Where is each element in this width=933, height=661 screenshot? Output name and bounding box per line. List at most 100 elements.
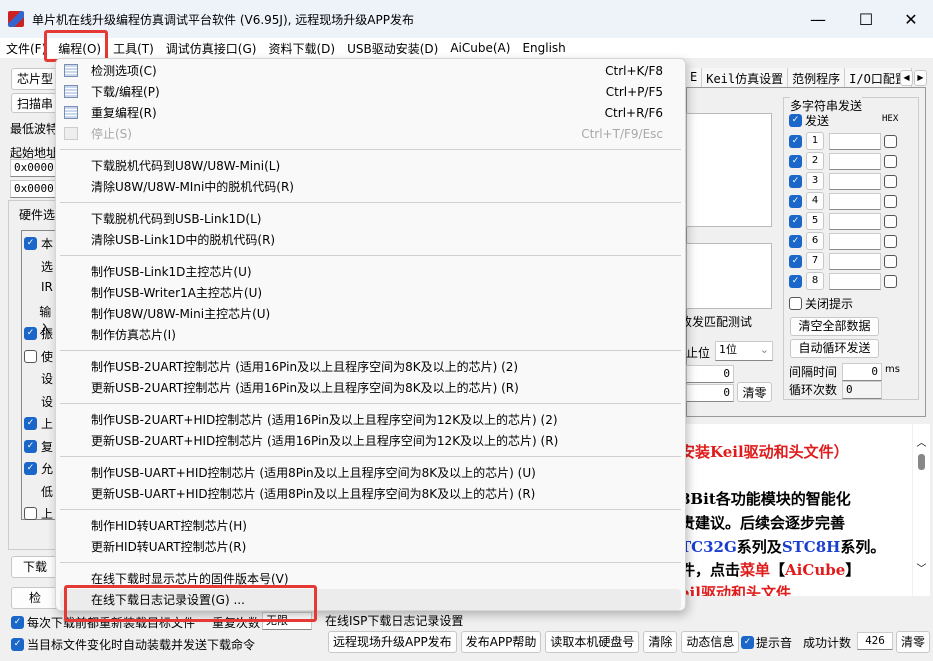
- tab-0[interactable]: E: [686, 68, 703, 89]
- menu-item[interactable]: 制作USB-2UART+HID控制芯片 (适用16Pin及以上且程序空间为12K…: [56, 409, 685, 430]
- menu-2[interactable]: 工具(T): [107, 40, 160, 57]
- scan-port-button[interactable]: 扫描串: [11, 93, 59, 113]
- maximize-button[interactable]: ☐: [843, 0, 889, 38]
- bottom-button-4[interactable]: 动态信息: [681, 631, 740, 653]
- bottom-button-2[interactable]: 读取本机硬盘号: [545, 631, 640, 653]
- menu-item[interactable]: 制作USB-2UART控制芯片 (适用16Pin及以上且程序空间为8K及以上的芯…: [56, 356, 685, 377]
- menu-item[interactable]: 下载/编程(P) Ctrl+P/F5: [56, 81, 685, 102]
- row-send-checkbox[interactable]: ✓: [789, 175, 802, 188]
- menu-item[interactable]: 重复编程(R) Ctrl+R/F6: [56, 102, 685, 123]
- row-send-button[interactable]: 4: [806, 192, 824, 210]
- scroll-thumb[interactable]: [918, 454, 925, 470]
- interval-field[interactable]: 0: [842, 363, 882, 381]
- start-addr-field[interactable]: 0x0000: [10, 159, 58, 177]
- menu-item[interactable]: 更新HID转UART控制芯片(R): [56, 536, 685, 557]
- checkbox[interactable]: ✓: [24, 237, 37, 250]
- stop-bits-select[interactable]: 1位 ⌄: [715, 341, 773, 361]
- menu-item[interactable]: 制作USB-Link1D主控芯片(U): [56, 261, 685, 282]
- row-hex-checkbox[interactable]: [884, 215, 897, 228]
- row-send-checkbox[interactable]: ✓: [789, 195, 802, 208]
- bottom-button-0[interactable]: 远程现场升级APP发布: [328, 631, 457, 653]
- hw-option[interactable]: 上: [24, 505, 53, 522]
- row-string-field[interactable]: [829, 213, 881, 230]
- download-button[interactable]: 下载: [11, 556, 59, 578]
- row-send-button[interactable]: 8: [806, 272, 824, 290]
- menu-5[interactable]: USB驱动安装(D): [341, 40, 444, 57]
- row-hex-checkbox[interactable]: [884, 175, 897, 188]
- send-all-checkbox[interactable]: ✓: [789, 114, 802, 127]
- hw-option[interactable]: ✓ 振: [24, 325, 53, 342]
- clear-count-button[interactable]: 清零: [737, 382, 772, 402]
- menu-item[interactable]: 检测选项(C) Ctrl+K/F8: [56, 60, 685, 81]
- scroll-up-icon[interactable]: ︿: [913, 434, 930, 449]
- row-string-field[interactable]: [829, 273, 881, 290]
- bottom-button-1[interactable]: 发布APP帮助: [460, 631, 542, 653]
- row-string-field[interactable]: [829, 193, 881, 210]
- menu-item[interactable]: 更新USB-2UART控制芯片 (适用16Pin及以上且程序空间为8K及以上的芯…: [56, 377, 685, 398]
- beep-checkbox[interactable]: ✓: [741, 636, 754, 649]
- checkbox[interactable]: [24, 507, 37, 520]
- minimize-button[interactable]: —: [795, 0, 841, 38]
- close-button[interactable]: ✕: [888, 0, 933, 38]
- check-button[interactable]: 检: [11, 587, 59, 609]
- row-string-field[interactable]: [829, 253, 881, 270]
- row-send-button[interactable]: 3: [806, 172, 824, 190]
- row-send-checkbox[interactable]: ✓: [789, 255, 802, 268]
- checkbox[interactable]: ✓: [24, 439, 37, 453]
- end-addr-field[interactable]: 0x0000: [10, 180, 58, 198]
- row-send-button[interactable]: 2: [806, 152, 824, 170]
- hw-option[interactable]: ✓ 本: [24, 235, 53, 252]
- row-hex-checkbox[interactable]: [884, 275, 897, 288]
- menu-7[interactable]: English: [516, 41, 571, 55]
- row-send-checkbox[interactable]: ✓: [789, 235, 802, 248]
- chip-type-select[interactable]: 芯片型: [11, 68, 59, 90]
- hw-option[interactable]: ✓ 上: [24, 415, 53, 432]
- row-send-checkbox[interactable]: ✓: [789, 215, 802, 228]
- clear-success-button[interactable]: 清零: [896, 631, 930, 653]
- tab-scroll-right-button[interactable]: ▶: [914, 70, 927, 86]
- menu-item[interactable]: 清除USB-Link1D中的脱机代码(R): [56, 229, 685, 250]
- menu-item[interactable]: 制作USB-Writer1A主控芯片(U): [56, 282, 685, 303]
- auto-loop-send-button[interactable]: 自动循环发送: [790, 339, 879, 358]
- tab-scroll-left-button[interactable]: ◀: [900, 70, 913, 86]
- row-string-field[interactable]: [829, 173, 881, 190]
- row-string-field[interactable]: [829, 133, 881, 150]
- menu-item[interactable]: 制作USB-UART+HID控制芯片 (适用8Pin及以上且程序空间为8K及以上…: [56, 462, 685, 483]
- reload-each-checkbox[interactable]: ✓: [11, 616, 24, 629]
- hw-option[interactable]: IR: [24, 280, 53, 294]
- clear-all-data-button[interactable]: 清空全部数据: [790, 317, 879, 336]
- checkbox[interactable]: ✓: [24, 462, 37, 475]
- row-send-checkbox[interactable]: ✓: [789, 135, 802, 148]
- bottom-button-3[interactable]: 清除: [643, 631, 678, 653]
- row-hex-checkbox[interactable]: [884, 235, 897, 248]
- hw-option[interactable]: 使: [24, 348, 53, 365]
- hw-option[interactable]: 设: [24, 393, 53, 410]
- tab-2[interactable]: 范例程序: [788, 68, 846, 89]
- row-string-field[interactable]: [829, 153, 881, 170]
- tab-1[interactable]: Keil仿真设置: [702, 68, 789, 89]
- menu-4[interactable]: 资料下载(D): [262, 40, 341, 57]
- menu-item[interactable]: 制作HID转UART控制芯片(H): [56, 515, 685, 536]
- row-send-button[interactable]: 1: [806, 132, 824, 150]
- menu-item[interactable]: 更新USB-UART+HID控制芯片 (适用8Pin及以上且程序空间为8K及以上…: [56, 483, 685, 504]
- checkbox[interactable]: ✓: [24, 417, 37, 430]
- row-send-button[interactable]: 5: [806, 212, 824, 230]
- row-send-checkbox[interactable]: ✓: [789, 155, 802, 168]
- hw-option[interactable]: 低: [24, 483, 53, 500]
- row-hex-checkbox[interactable]: [884, 135, 897, 148]
- auto-reload-option[interactable]: ✓ 当目标文件变化时自动装载并发送下载命令: [11, 636, 255, 653]
- row-hex-checkbox[interactable]: [884, 255, 897, 268]
- send-pane[interactable]: [686, 243, 772, 309]
- row-hex-checkbox[interactable]: [884, 155, 897, 168]
- hw-option[interactable]: ✓ 复: [24, 438, 53, 455]
- menu-item[interactable]: 制作U8W/U8W-Mini主控芯片(U): [56, 303, 685, 324]
- checkbox[interactable]: [24, 349, 37, 363]
- scroll-down-icon[interactable]: ﹀: [913, 560, 930, 575]
- menu-item[interactable]: 清除U8W/U8W-MIni中的脱机代码(R): [56, 176, 685, 197]
- receive-pane[interactable]: [686, 113, 772, 227]
- close-tip-checkbox[interactable]: [789, 297, 802, 310]
- hw-option[interactable]: 选: [24, 258, 53, 275]
- hw-option[interactable]: ✓ 允: [24, 460, 53, 477]
- row-send-button[interactable]: 6: [806, 232, 824, 250]
- menu-3[interactable]: 调试仿真接口(G): [160, 40, 263, 57]
